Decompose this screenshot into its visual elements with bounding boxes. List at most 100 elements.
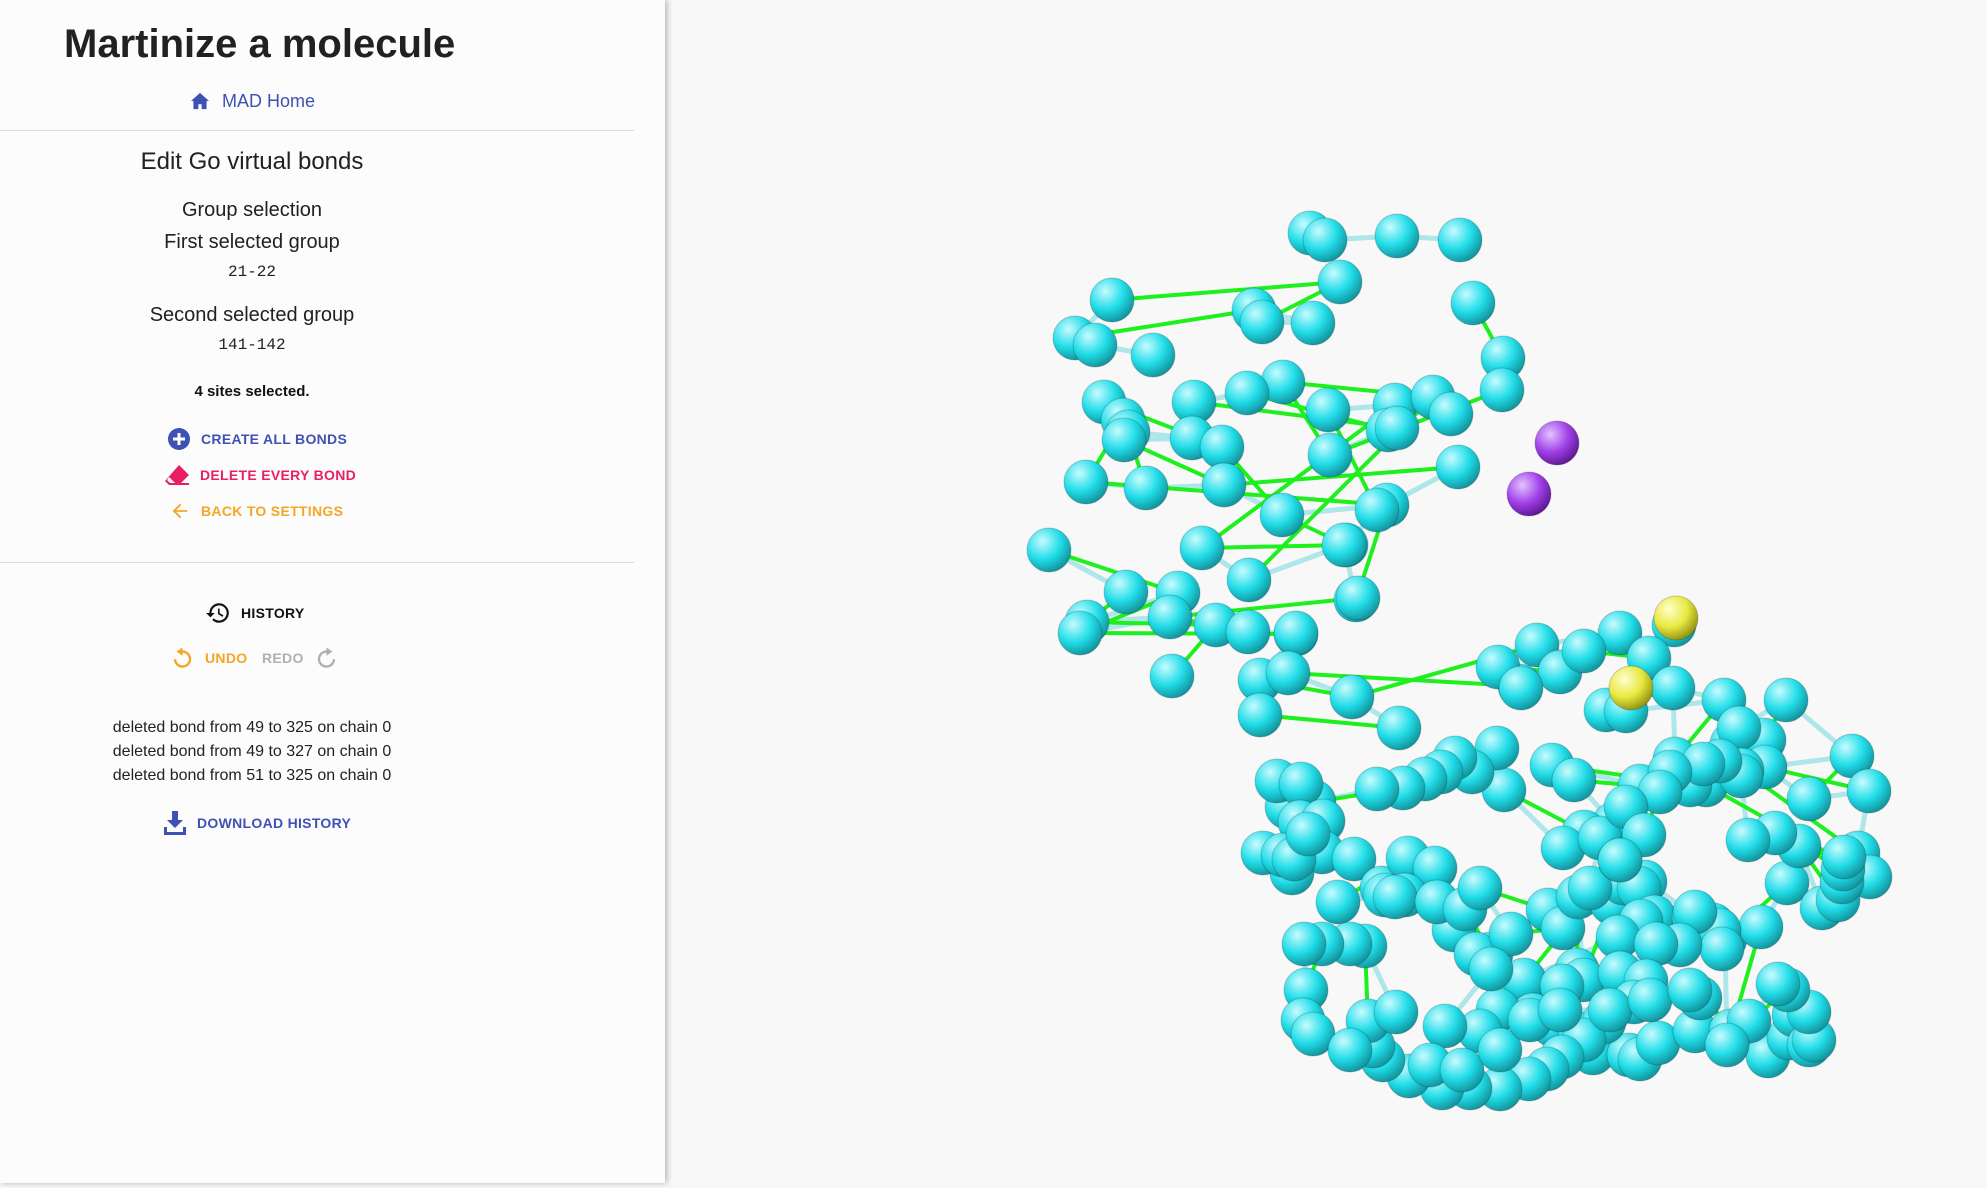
- download-history-button[interactable]: DOWNLOAD HISTORY: [163, 810, 351, 836]
- history-entry: deleted bond from 51 to 325 on chain 0: [112, 767, 392, 784]
- bead[interactable]: [1439, 1047, 1485, 1093]
- bead[interactable]: [1123, 465, 1169, 511]
- download-icon: [164, 811, 186, 835]
- bead[interactable]: [1026, 527, 1072, 573]
- bead[interactable]: [1278, 761, 1324, 807]
- selected-bead-group-1[interactable]: [1506, 471, 1552, 517]
- bead[interactable]: [1821, 834, 1867, 880]
- bead[interactable]: [1307, 432, 1353, 478]
- bead[interactable]: [1281, 921, 1327, 967]
- history-header: HISTORY: [205, 600, 305, 626]
- divider-top: [0, 130, 634, 131]
- bead[interactable]: [1498, 665, 1544, 711]
- bead[interactable]: [1597, 837, 1643, 883]
- undo-button[interactable]: UNDO: [169, 645, 247, 671]
- bead[interactable]: [1846, 768, 1892, 814]
- bead[interactable]: [1179, 525, 1225, 571]
- bead[interactable]: [1738, 904, 1784, 950]
- bead[interactable]: [1101, 417, 1147, 463]
- group-selection-label: Group selection: [181, 199, 323, 221]
- bead[interactable]: [1699, 926, 1745, 972]
- bead[interactable]: [1072, 322, 1118, 368]
- undo-icon: [173, 647, 192, 668]
- bead[interactable]: [1627, 977, 1673, 1023]
- bead[interactable]: [1130, 332, 1176, 378]
- create-all-bonds-button[interactable]: CREATE ALL BONDS: [167, 427, 347, 451]
- bead[interactable]: [1290, 300, 1336, 346]
- redo-button[interactable]: REDO: [262, 645, 340, 671]
- bead[interactable]: [1587, 987, 1633, 1033]
- bead[interactable]: [1103, 569, 1149, 615]
- bead[interactable]: [1273, 610, 1319, 656]
- bead[interactable]: [1089, 277, 1135, 323]
- bead[interactable]: [1354, 487, 1400, 533]
- bead[interactable]: [1468, 946, 1514, 992]
- bead[interactable]: [1457, 865, 1503, 911]
- bead[interactable]: [1479, 367, 1525, 413]
- bead[interactable]: [1237, 692, 1283, 738]
- bead[interactable]: [1725, 817, 1771, 863]
- selected-bead-group-2[interactable]: [1653, 595, 1699, 641]
- molecule-viewer[interactable]: [665, 0, 1987, 1183]
- bead[interactable]: [1201, 462, 1247, 508]
- delete-every-bond-button[interactable]: DELETE EVERY BOND: [164, 464, 356, 486]
- bead[interactable]: [1057, 610, 1103, 656]
- bead[interactable]: [1422, 1003, 1468, 1049]
- selected-bead-group-2[interactable]: [1608, 665, 1654, 711]
- first-group-value: 21-22: [227, 263, 276, 281]
- bead[interactable]: [1327, 1027, 1373, 1073]
- bead[interactable]: [1374, 213, 1420, 259]
- bead[interactable]: [1147, 594, 1193, 640]
- bead[interactable]: [1561, 628, 1607, 674]
- bead[interactable]: [1315, 879, 1361, 925]
- molecule-canvas[interactable]: [665, 0, 1987, 1183]
- download-history-label: DOWNLOAD HISTORY: [197, 815, 352, 831]
- bead[interactable]: [1285, 811, 1331, 857]
- selected-bead-group-1[interactable]: [1534, 420, 1580, 466]
- bead[interactable]: [1551, 757, 1597, 803]
- bead[interactable]: [1763, 677, 1809, 723]
- back-to-settings-label: BACK TO SETTINGS: [201, 503, 344, 519]
- redo-label: REDO: [262, 650, 304, 666]
- bead[interactable]: [1354, 766, 1400, 812]
- bead-layer: [1026, 210, 1893, 1112]
- page-title: Martinize a molecule: [64, 22, 456, 66]
- bead[interactable]: [1376, 705, 1422, 751]
- bead[interactable]: [1199, 424, 1245, 470]
- bead[interactable]: [1428, 391, 1474, 437]
- bead[interactable]: [1437, 217, 1483, 263]
- history-list: deleted bond from 49 to 325 on chain 0 d…: [0, 716, 504, 788]
- back-to-settings-button[interactable]: BACK TO SETTINGS: [169, 500, 343, 522]
- bead[interactable]: [1226, 557, 1272, 603]
- bead[interactable]: [1374, 405, 1420, 451]
- second-group-label: Second selected group: [149, 304, 355, 326]
- bead[interactable]: [1755, 961, 1801, 1007]
- history-icon: [206, 603, 229, 623]
- bead[interactable]: [1329, 674, 1375, 720]
- bead[interactable]: [1239, 299, 1285, 345]
- mad-home-link[interactable]: MAD Home: [190, 88, 315, 114]
- bead[interactable]: [1435, 444, 1481, 490]
- sites-selected-text: 4 sites selected.: [194, 383, 310, 400]
- bead[interactable]: [1265, 650, 1311, 696]
- bead[interactable]: [1704, 1022, 1750, 1068]
- bead[interactable]: [1372, 874, 1418, 920]
- bead[interactable]: [1667, 967, 1713, 1013]
- history-entry: deleted bond from 49 to 325 on chain 0: [112, 719, 392, 736]
- bead[interactable]: [1650, 665, 1696, 711]
- bead[interactable]: [1537, 987, 1583, 1033]
- bead[interactable]: [1335, 575, 1381, 621]
- history-entry: deleted bond from 49 to 327 on chain 0: [112, 743, 392, 760]
- bead[interactable]: [1063, 459, 1109, 505]
- bead[interactable]: [1317, 259, 1363, 305]
- bead[interactable]: [1450, 280, 1496, 326]
- bead[interactable]: [1149, 653, 1195, 699]
- bead[interactable]: [1259, 492, 1305, 538]
- bead[interactable]: [1373, 989, 1419, 1035]
- bead[interactable]: [1302, 217, 1348, 263]
- bead[interactable]: [1321, 522, 1367, 568]
- bead[interactable]: [1224, 370, 1270, 416]
- bead[interactable]: [1305, 387, 1351, 433]
- bead[interactable]: [1786, 776, 1832, 822]
- bead[interactable]: [1225, 609, 1271, 655]
